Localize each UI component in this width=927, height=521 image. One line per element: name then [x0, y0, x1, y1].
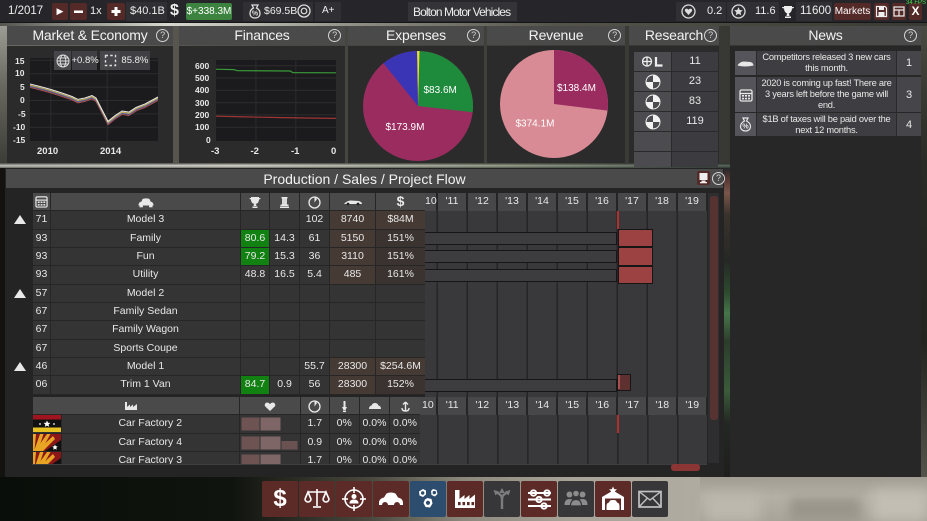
- svg-text:%: %: [742, 124, 749, 131]
- svg-text:$138.4M: $138.4M: [557, 83, 596, 94]
- svg-text:%: %: [252, 11, 259, 18]
- svg-text:$83.6M: $83.6M: [423, 85, 456, 96]
- svg-text:$173.9M: $173.9M: [385, 122, 424, 133]
- svg-text:$374.1M: $374.1M: [516, 119, 555, 130]
